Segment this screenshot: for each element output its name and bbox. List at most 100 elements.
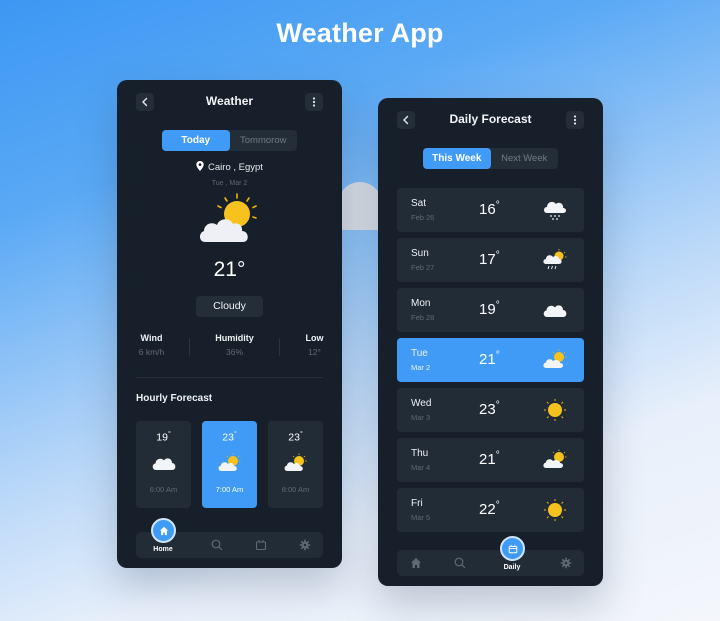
- search-icon: [454, 557, 466, 569]
- day-temp: 22°: [479, 500, 500, 518]
- hourly-card[interactable]: 23° 8:00 Am: [268, 421, 323, 508]
- day-date: Feb 28: [411, 313, 435, 322]
- day-date: Mar 4: [411, 463, 431, 472]
- tab-next-week[interactable]: Next Week: [491, 148, 559, 169]
- location: Cairo , Egypt: [117, 161, 342, 173]
- stat-label: Low: [305, 333, 324, 343]
- day-toggle: Today Tommorow: [162, 130, 297, 151]
- divider: [189, 338, 190, 356]
- hourly-temp: 23°: [222, 431, 237, 444]
- day-date: Feb 27: [411, 263, 435, 272]
- calendar-icon: [508, 544, 517, 553]
- day-date: Mar 2: [411, 363, 431, 372]
- hourly-time: 6:00 Am: [149, 484, 178, 494]
- top-bar: Daily Forecast: [397, 111, 584, 130]
- more-vertical-icon: [312, 97, 316, 107]
- sun-icon: [544, 399, 566, 421]
- partly-cloudy-icon: [543, 349, 567, 368]
- day-row[interactable]: Sun Feb 27 17°: [397, 238, 584, 282]
- day-row[interactable]: Sat Feb 26 16°: [397, 188, 584, 232]
- page-title: Weather App: [276, 18, 444, 48]
- day-row[interactable]: Thu Mar 4 21°: [397, 438, 584, 482]
- nav-active-indicator: [151, 518, 176, 543]
- hourly-temp: 23°: [288, 431, 303, 444]
- location-text: Cairo , Egypt: [208, 162, 263, 173]
- gear-icon: [299, 539, 311, 551]
- divider: [136, 377, 323, 378]
- week-toggle: This Week Next Week: [423, 148, 558, 169]
- day-temp: 21°: [479, 350, 500, 368]
- day-date: Mar 5: [411, 513, 431, 522]
- divider: [279, 338, 280, 356]
- menu-button[interactable]: [305, 93, 323, 111]
- tab-this-week[interactable]: This Week: [423, 148, 491, 169]
- hourly-time: 8:00 Am: [281, 484, 310, 494]
- day-temp: 21°: [479, 450, 500, 468]
- day-date: Mar 3: [411, 413, 431, 422]
- home-icon: [159, 526, 168, 535]
- stat-value: 12°: [308, 347, 321, 357]
- sun-icon: [544, 499, 566, 521]
- day-row-selected[interactable]: Tue Mar 2 21°: [397, 338, 584, 382]
- day-name: Tue: [411, 348, 428, 359]
- stat-value: 36%: [225, 347, 243, 357]
- hourly-card[interactable]: 23° 7:00 Am: [202, 421, 257, 508]
- cloud-icon: [152, 457, 175, 470]
- tab-today[interactable]: Today: [162, 130, 230, 151]
- day-temp: 17°: [479, 250, 500, 268]
- nav-home[interactable]: Home: [148, 518, 178, 558]
- nav-active-indicator: [500, 536, 525, 561]
- top-bar: Weather: [136, 93, 323, 112]
- nav-search[interactable]: [202, 532, 232, 558]
- nav-label: Home: [153, 546, 173, 553]
- stat-value: 6 km/h: [138, 347, 165, 357]
- day-name: Fri: [411, 498, 423, 509]
- hourly-card[interactable]: 19° 6:00 Am: [136, 421, 191, 508]
- today-screen: Weather Today Tommorow Cairo , Egypt Tue…: [117, 80, 342, 568]
- bottom-nav: Daily: [397, 536, 584, 576]
- home-icon: [411, 558, 421, 568]
- day-temp: 23°: [479, 400, 500, 418]
- nav-calendar[interactable]: [246, 532, 276, 558]
- nav-settings[interactable]: [551, 550, 581, 576]
- condition-badge: Cloudy: [196, 296, 263, 317]
- partly-cloudy-icon: [218, 453, 240, 471]
- day-date: Feb 26: [411, 213, 435, 222]
- sun-rain-cloud-icon: [543, 249, 567, 270]
- menu-button[interactable]: [566, 111, 584, 129]
- bottom-nav: Home: [136, 518, 323, 558]
- stat-wind: Wind 6 km/h: [129, 333, 174, 357]
- location-pin-icon: [196, 161, 204, 171]
- hourly-temp: 19°: [156, 431, 171, 444]
- search-icon: [211, 539, 223, 551]
- hourly-time: 7:00 Am: [215, 484, 244, 494]
- partly-cloudy-icon: [543, 449, 567, 468]
- stat-label: Wind: [140, 333, 163, 343]
- nav-home[interactable]: [401, 550, 431, 576]
- nav-label: Daily: [503, 564, 521, 571]
- current-date: Tue , Mar 2: [211, 180, 248, 187]
- gear-icon: [560, 557, 572, 569]
- stat-label: Humidity: [215, 333, 254, 343]
- day-row[interactable]: Mon Feb 28 19°: [397, 288, 584, 332]
- day-name: Sat: [411, 198, 427, 209]
- hourly-forecast-title: Hourly Forecast: [136, 393, 213, 404]
- snow-cloud-icon: [544, 201, 566, 220]
- cloud-icon: [543, 305, 567, 317]
- tab-tomorrow[interactable]: Tommorow: [230, 130, 298, 151]
- partly-cloudy-icon: [284, 453, 306, 471]
- screen-title: Weather: [205, 94, 254, 108]
- daily-forecast-screen: Daily Forecast This Week Next Week Sat F…: [378, 98, 603, 586]
- nav-daily[interactable]: Daily: [497, 536, 527, 576]
- screen-title: Daily Forecast: [449, 112, 532, 126]
- day-row[interactable]: Wed Mar 3 23°: [397, 388, 584, 432]
- partly-cloudy-icon: [199, 193, 257, 242]
- calendar-icon: [255, 540, 267, 551]
- stat-low: Low 12°: [297, 333, 332, 357]
- day-temp: 19°: [479, 300, 500, 318]
- stat-humidity: Humidity 36%: [207, 333, 262, 357]
- nav-search[interactable]: [445, 550, 475, 576]
- more-vertical-icon: [573, 115, 577, 125]
- nav-settings[interactable]: [290, 532, 320, 558]
- day-row[interactable]: Fri Mar 5 22°: [397, 488, 584, 532]
